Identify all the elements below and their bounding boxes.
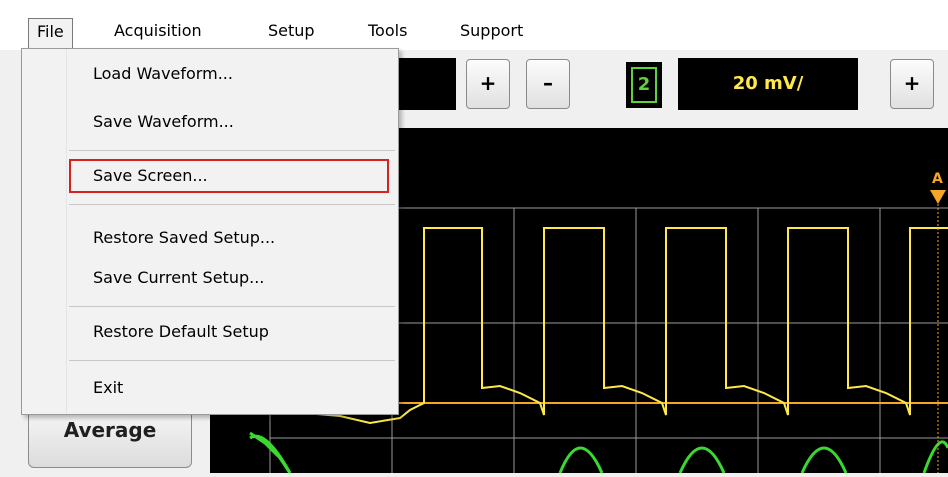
menu-separator bbox=[69, 150, 395, 151]
trigger-marker-icon[interactable]: A bbox=[930, 171, 946, 473]
menu-acquisition[interactable]: Acquisition bbox=[106, 18, 210, 48]
channel-number: 2 bbox=[631, 67, 657, 103]
menu-item-save-waveform[interactable]: Save Waveform... bbox=[69, 105, 389, 139]
menu-support[interactable]: Support bbox=[452, 18, 531, 48]
menu-item-restore-saved-setup[interactable]: Restore Saved Setup... bbox=[69, 221, 389, 255]
menu-setup[interactable]: Setup bbox=[260, 18, 323, 48]
channel-scale-display: 20 mV/ bbox=[678, 58, 858, 110]
file-menu-dropdown: Load Waveform... Save Waveform... Save S… bbox=[21, 48, 399, 415]
channel-scale-increase-button[interactable]: + bbox=[890, 59, 934, 109]
timebase-increase-button[interactable]: + bbox=[466, 59, 510, 109]
menu-item-save-current-setup[interactable]: Save Current Setup... bbox=[69, 261, 389, 295]
menu-tools[interactable]: Tools bbox=[360, 18, 415, 48]
menu-file[interactable]: File bbox=[28, 18, 73, 52]
menu-item-load-waveform[interactable]: Load Waveform... bbox=[69, 57, 389, 91]
trigger-marker-label: A bbox=[932, 171, 943, 187]
menu-item-exit[interactable]: Exit bbox=[69, 371, 389, 405]
channel-selector[interactable]: 2 bbox=[626, 62, 662, 108]
menu-item-save-screen[interactable]: Save Screen... bbox=[69, 159, 389, 193]
menu-bar: File Acquisition Setup Tools Support bbox=[0, 0, 948, 52]
timebase-decrease-button[interactable]: – bbox=[526, 59, 570, 109]
menu-separator bbox=[69, 204, 395, 205]
menu-separator bbox=[69, 360, 395, 361]
menu-separator bbox=[69, 306, 395, 307]
channel-scale-value: 20 mV/ bbox=[732, 73, 804, 94]
ch2-waveform-peaks bbox=[249, 434, 948, 474]
menu-item-restore-default-setup[interactable]: Restore Default Setup bbox=[69, 315, 389, 349]
menu-icon-gutter bbox=[22, 49, 67, 414]
